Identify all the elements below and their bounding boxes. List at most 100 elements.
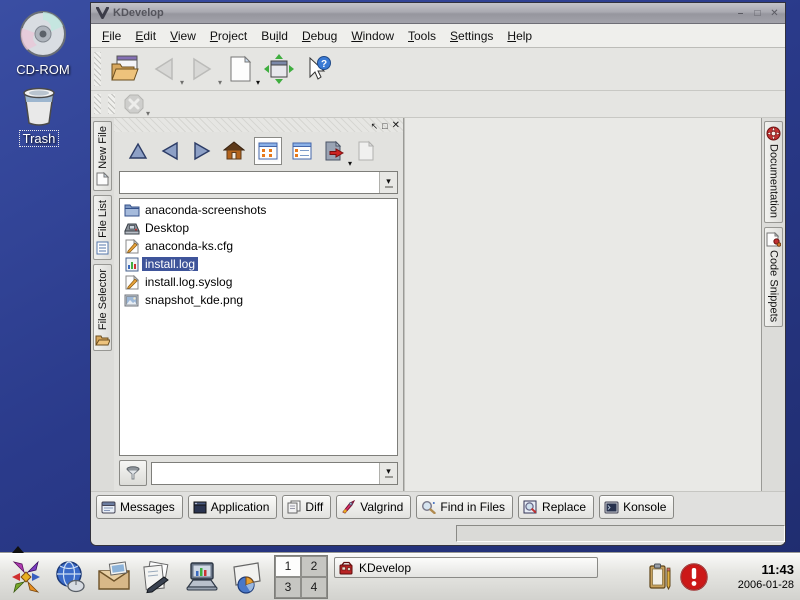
toolbar-handle[interactable]: [108, 94, 115, 115]
tab-diff[interactable]: Diff: [282, 495, 331, 519]
word-processor-button[interactable]: [136, 555, 180, 599]
file-row-selected[interactable]: install.log: [120, 255, 397, 273]
tab-replace[interactable]: Replace: [518, 495, 594, 519]
path-combobox-value[interactable]: [120, 172, 379, 193]
menu-help[interactable]: Help: [500, 27, 539, 45]
alert-icon[interactable]: [679, 562, 709, 592]
stop-icon: [124, 94, 144, 114]
combo-dropdown-button[interactable]: ▾: [379, 463, 397, 484]
tab-konsole[interactable]: Konsole: [599, 495, 674, 519]
clock-date: 2006-01-28: [718, 579, 794, 591]
tab-documentation[interactable]: Documentation: [764, 121, 783, 223]
open-project-button[interactable]: [108, 52, 142, 86]
dropdown-caret[interactable]: ▾: [146, 109, 150, 118]
tab-messages[interactable]: Messages: [96, 495, 183, 519]
email-button[interactable]: [92, 555, 136, 599]
file-row[interactable]: anaconda-screenshots: [120, 201, 397, 219]
stop-button[interactable]: ▾: [122, 92, 146, 116]
funnel-icon: [125, 465, 141, 481]
detailed-view-button[interactable]: [289, 138, 315, 164]
tab-application[interactable]: Application: [188, 495, 278, 519]
back-button[interactable]: [157, 138, 183, 164]
tab-valgrind[interactable]: Valgrind: [336, 495, 411, 519]
file-row[interactable]: install.log.syslog: [120, 273, 397, 291]
close-button[interactable]: ✕: [767, 7, 782, 20]
forward-icon: [188, 55, 216, 83]
pager-desktop-4[interactable]: 4: [301, 577, 327, 598]
statusbar: [91, 522, 785, 545]
dock-maximize-button[interactable]: □: [382, 121, 387, 131]
filter-combobox[interactable]: ▾: [151, 462, 398, 485]
toolbar-handle[interactable]: [94, 94, 101, 115]
file-row[interactable]: snapshot_kde.png: [120, 291, 397, 309]
up-button[interactable]: [125, 138, 151, 164]
tab-find-in-files[interactable]: Find in Files: [416, 495, 513, 519]
pager-desktop-3[interactable]: 3: [275, 577, 301, 598]
pager-desktop-1[interactable]: 1: [275, 556, 301, 577]
menu-view[interactable]: View: [163, 27, 203, 45]
forward-button[interactable]: [189, 138, 215, 164]
statusbar-field: [456, 525, 785, 542]
menu-file[interactable]: File: [95, 27, 128, 45]
filter-button[interactable]: [119, 460, 147, 486]
home-icon: [223, 140, 245, 162]
tab-new-file[interactable]: New File: [93, 121, 112, 191]
new-file-button[interactable]: ▾: [224, 53, 256, 85]
desktop-icon-label: CD-ROM: [13, 62, 72, 77]
dock-close-button[interactable]: ✕: [392, 121, 400, 131]
menu-window[interactable]: Window: [344, 27, 401, 45]
home-button[interactable]: [221, 138, 247, 164]
minimize-button[interactable]: –: [733, 7, 748, 20]
web-browser-button[interactable]: [48, 555, 92, 599]
menu-project[interactable]: Project: [203, 27, 254, 45]
new-file-button[interactable]: [353, 138, 379, 164]
main-toolbar: ▾ ▾ ▾: [91, 48, 785, 91]
back-button[interactable]: ▾: [148, 53, 180, 85]
panel-hide-arrow-icon[interactable]: [12, 546, 24, 553]
editor-area: [404, 118, 761, 491]
presentation-button[interactable]: [224, 555, 268, 599]
desktop-icon-trash[interactable]: Trash: [0, 82, 78, 148]
path-combobox[interactable]: ▾: [119, 171, 398, 194]
build-toolbar: ▾: [91, 91, 785, 118]
sync-dir-button[interactable]: ▾: [321, 138, 347, 164]
dropdown-caret[interactable]: ▾: [218, 78, 222, 87]
dock-restore-button[interactable]: ↖: [371, 121, 379, 131]
maximize-button[interactable]: □: [750, 7, 765, 20]
menu-build[interactable]: Build: [254, 27, 295, 45]
main-menu-button[interactable]: [4, 555, 48, 599]
toolbar-handle[interactable]: [94, 52, 101, 86]
forward-icon: [191, 140, 213, 162]
forward-button[interactable]: ▾: [186, 53, 218, 85]
short-view-button[interactable]: [254, 137, 282, 165]
menu-tools[interactable]: Tools: [401, 27, 443, 45]
tab-label: Konsole: [623, 500, 666, 514]
filter-combobox-value[interactable]: [152, 463, 379, 484]
tab-file-list[interactable]: File List: [93, 195, 112, 260]
dropdown-caret[interactable]: ▾: [180, 78, 184, 87]
dock-header[interactable]: ↖ □ ✕: [114, 118, 403, 132]
menu-debug[interactable]: Debug: [295, 27, 344, 45]
titlebar[interactable]: KDevelop – □ ✕: [91, 3, 785, 24]
combo-dropdown-button[interactable]: ▾: [379, 172, 397, 193]
file-list: anaconda-screenshots Desktop anaconda-ks…: [119, 198, 398, 456]
menu-settings[interactable]: Settings: [443, 27, 500, 45]
dropdown-caret[interactable]: ▾: [256, 78, 260, 87]
klipper-icon[interactable]: [647, 562, 673, 592]
task-button-kdevelop[interactable]: KDevelop: [334, 557, 598, 578]
system-tray: [644, 562, 712, 592]
dropdown-caret[interactable]: ▾: [348, 159, 352, 168]
whats-this-button[interactable]: ?: [302, 53, 334, 85]
pager-desktop-2[interactable]: 2: [301, 556, 327, 577]
tab-file-selector[interactable]: File Selector: [93, 264, 112, 351]
menu-edit[interactable]: Edit: [128, 27, 163, 45]
tab-code-snippets[interactable]: Code Snippets: [764, 227, 783, 327]
office-suite-button[interactable]: [180, 555, 224, 599]
window-title: KDevelop: [113, 7, 731, 19]
code-snippets-icon: [766, 232, 781, 247]
desktop-icon-cdrom[interactable]: CD-ROM: [4, 8, 82, 79]
raise-editor-button[interactable]: [262, 52, 296, 86]
file-row[interactable]: anaconda-ks.cfg: [120, 237, 397, 255]
file-row[interactable]: Desktop: [120, 219, 397, 237]
clock[interactable]: 11:43 2006-01-28: [718, 562, 794, 591]
